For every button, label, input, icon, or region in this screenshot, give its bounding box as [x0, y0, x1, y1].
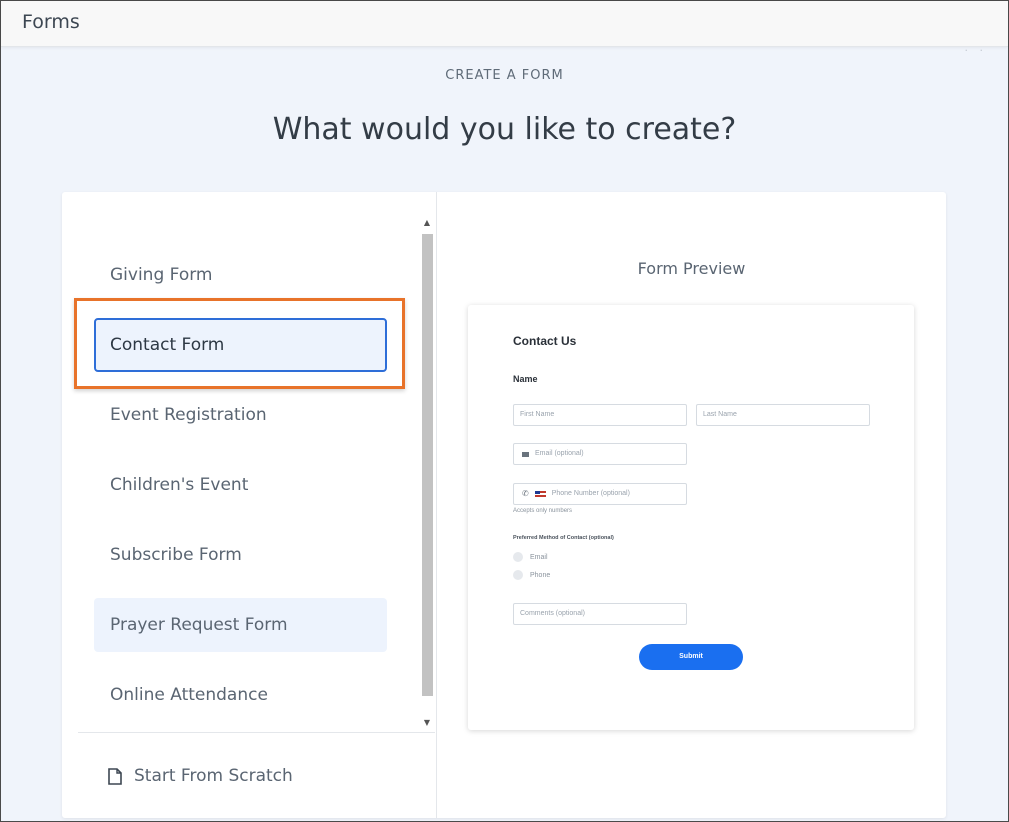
preview-first-name-input: First Name — [513, 404, 687, 426]
form-type-event-registration[interactable]: Event Registration — [94, 388, 387, 442]
list-scrollbar[interactable]: ▲ ▼ — [420, 216, 434, 730]
preview-first-name-placeholder: First Name — [520, 411, 555, 418]
scroll-up-arrow-icon[interactable]: ▲ — [420, 216, 434, 230]
app-title: Forms — [22, 11, 80, 33]
preview-preferred-contact-label: Preferred Method of Contact (optional) — [513, 535, 614, 541]
preview-form-title: Contact Us — [513, 334, 577, 348]
preview-radio-email-label: Email — [530, 553, 548, 561]
envelope-icon — [522, 451, 529, 457]
form-type-childrens-event[interactable]: Children's Event — [94, 458, 387, 512]
form-type-online-attendance[interactable]: Online Attendance — [94, 668, 387, 722]
top-bar: Forms — [1, 1, 1008, 47]
document-icon — [108, 767, 122, 785]
form-type-giving[interactable]: Giving Form — [94, 248, 387, 302]
preview-comments-placeholder: Comments (optional) — [520, 610, 585, 617]
phone-icon: ✆ — [522, 489, 529, 498]
preview-radio-phone-label: Phone — [530, 571, 551, 579]
start-from-scratch-button[interactable]: Start From Scratch — [108, 758, 293, 794]
form-type-prayer-request[interactable]: Prayer Request Form — [94, 598, 387, 652]
preview-submit-button: Submit — [639, 644, 743, 670]
annotation-highlight-box — [74, 298, 405, 389]
preview-phone-placeholder: Phone Number (optional) — [551, 490, 630, 497]
preview-phone-hint: Accepts only numbers — [513, 508, 573, 514]
preview-comments-input: Comments (optional) — [513, 603, 687, 625]
form-type-list: Giving Form Contact Form Event Registrat… — [62, 192, 437, 818]
radio-icon — [513, 570, 523, 580]
scroll-down-arrow-icon[interactable]: ▼ — [420, 716, 434, 730]
preview-name-label: Name — [513, 374, 538, 384]
scroll-thumb[interactable] — [422, 234, 433, 696]
form-preview: Contact Us Name First Name Last Name Ema… — [468, 305, 914, 730]
form-type-subscribe[interactable]: Subscribe Form — [94, 528, 387, 582]
form-preview-heading: Form Preview — [637, 259, 746, 278]
create-form-card: Giving Form Contact Form Event Registrat… — [62, 192, 946, 818]
page-eyebrow: CREATE A FORM — [445, 68, 564, 83]
page-title: What would you like to create? — [272, 112, 737, 147]
radio-icon — [513, 552, 523, 562]
preview-phone-input: ✆ Phone Number (optional) — [513, 483, 687, 505]
preview-last-name-placeholder: Last Name — [703, 411, 737, 418]
corner-decoration: · · — [964, 44, 987, 57]
preview-radio-email: Email — [513, 552, 548, 562]
preview-email-input: Email (optional) — [513, 443, 687, 465]
preview-last-name-input: Last Name — [696, 404, 870, 426]
preview-radio-phone: Phone — [513, 570, 550, 580]
us-flag-icon — [534, 491, 546, 497]
list-divider — [78, 732, 435, 733]
start-from-scratch-label: Start From Scratch — [134, 766, 293, 786]
preview-email-placeholder: Email (optional) — [535, 450, 584, 457]
